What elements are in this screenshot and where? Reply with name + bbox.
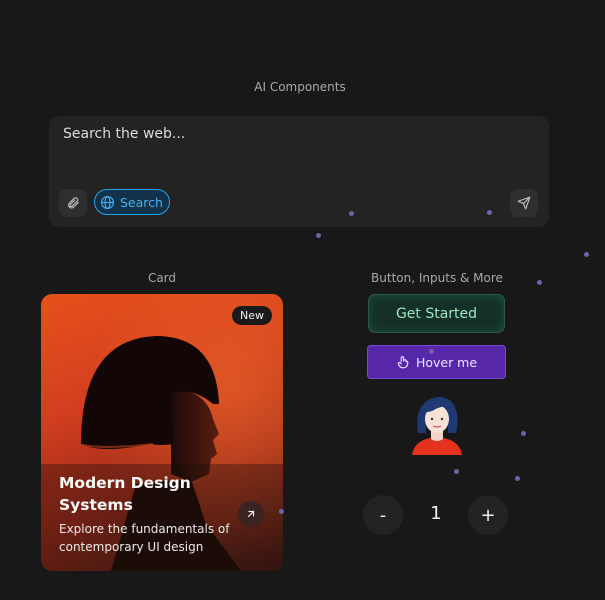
increment-button[interactable]: + (468, 495, 508, 535)
search-toggle-label: Search (120, 194, 163, 210)
decorative-dot (429, 349, 434, 354)
search-toggle-button[interactable]: Search (94, 189, 170, 215)
card-title: Modern Design Systems (59, 474, 191, 514)
open-card-button[interactable] (238, 501, 264, 527)
get-started-button[interactable]: Get Started (368, 294, 505, 333)
avatar (412, 397, 462, 455)
decorative-dot (316, 233, 321, 238)
send-icon (517, 196, 531, 210)
arrow-up-right-icon (247, 510, 255, 518)
section-title-card: Card (147, 271, 177, 285)
paperclip-icon (68, 197, 79, 209)
send-button[interactable] (510, 189, 538, 217)
search-box: Search (49, 116, 549, 227)
feature-card[interactable]: New Modern Design Systems Explore the fu… (41, 294, 283, 571)
decorative-dot (537, 280, 542, 285)
decorative-dot (349, 211, 354, 216)
search-input[interactable] (63, 126, 533, 142)
globe-icon (101, 195, 114, 209)
pointer-icon (397, 356, 409, 369)
section-title-buttons: Button, Inputs & More (371, 271, 503, 285)
decorative-dot (487, 210, 492, 215)
decorative-dot (584, 252, 589, 257)
section-title-ai: AI Components (254, 80, 346, 94)
decorative-dot (454, 469, 459, 474)
hover-me-label: Hover me (415, 354, 478, 370)
decorative-dot (515, 476, 520, 481)
card-description: Explore the fundamentals of contemporary… (59, 522, 230, 554)
new-badge: New (232, 306, 272, 325)
decorative-dot (279, 509, 284, 514)
decorative-dot (521, 431, 526, 436)
attach-button[interactable] (59, 189, 87, 217)
decrement-button[interactable]: - (363, 495, 403, 535)
hover-me-button[interactable]: Hover me (367, 345, 506, 379)
quantity-value: 1 (430, 503, 442, 524)
